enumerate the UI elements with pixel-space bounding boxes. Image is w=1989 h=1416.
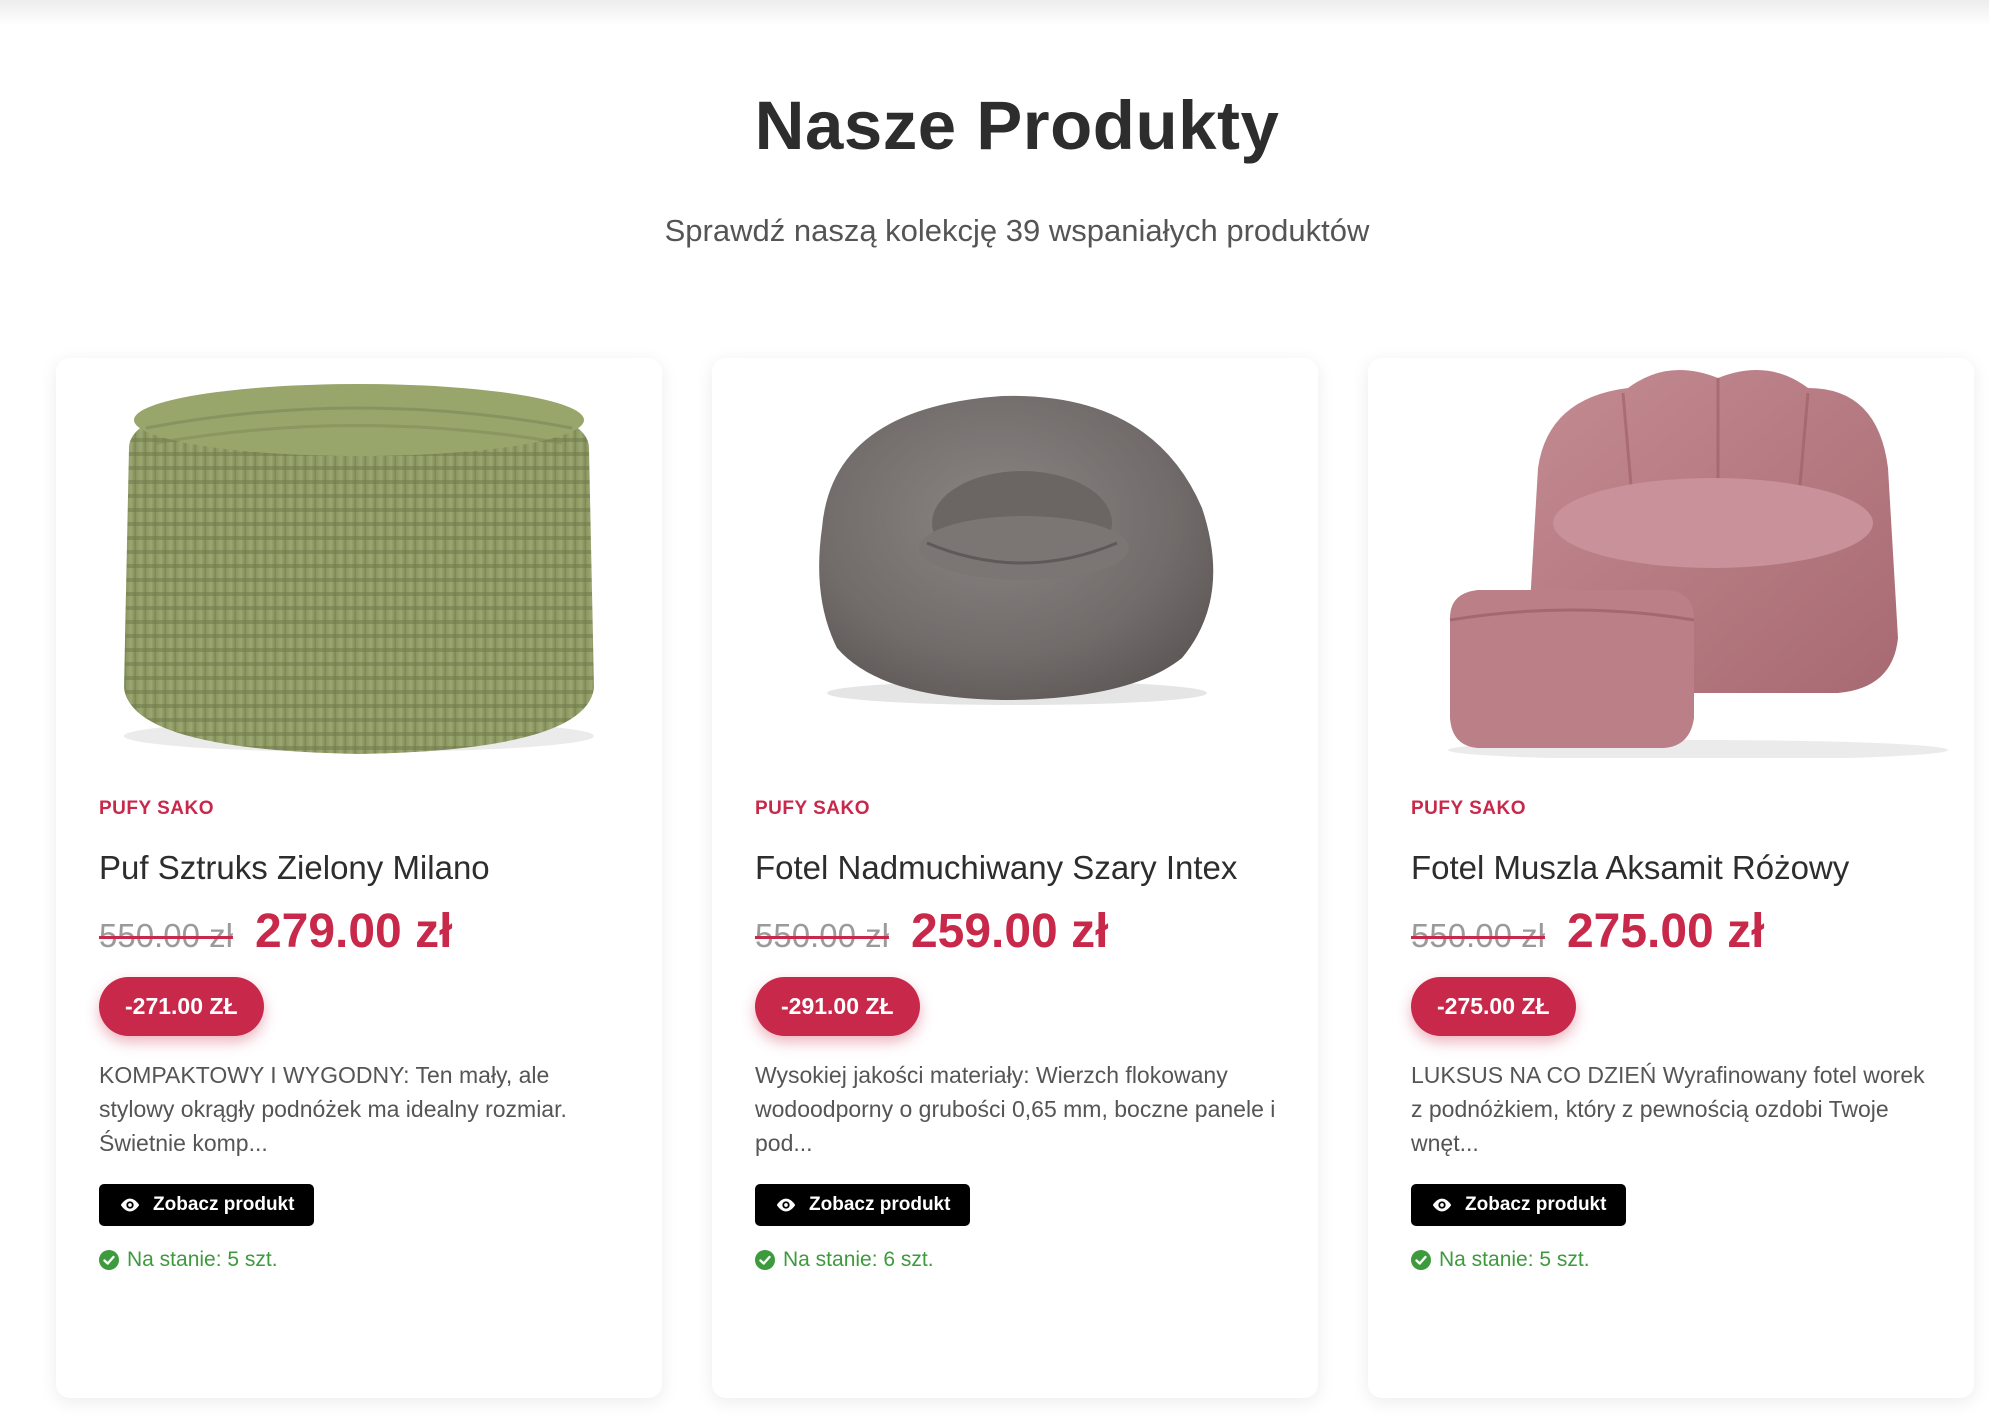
product-name[interactable]: Fotel Nadmuchiwany Szary Intex (755, 842, 1285, 894)
price-row: 550.00 zł 279.00 zł (99, 904, 629, 959)
product-category: PUFY SAKO (1411, 798, 1527, 819)
old-price: 550.00 zł (1411, 917, 1545, 954)
product-card[interactable]: PUFY SAKO Fotel Muszla Aksamit Różowy 55… (1368, 358, 1974, 1398)
current-price: 279.00 zł (254, 905, 453, 958)
green-corduroy-pouf-image (124, 384, 594, 754)
discount-badge: -275.00 ZŁ (1411, 977, 1576, 1036)
discount-badge: -291.00 ZŁ (755, 977, 920, 1036)
page-subtitle: Sprawdź naszą kolekcję 39 wspaniałych pr… (664, 213, 1370, 248)
eye-icon (1432, 1198, 1452, 1212)
old-price: 550.00 zł (99, 917, 233, 954)
view-product-label: Zobacz produkt (153, 1194, 295, 1215)
old-price: 550.00 zł (755, 917, 889, 954)
product-description: KOMPAKTOWY I WYGODNY: Ten mały, ale styl… (99, 1062, 567, 1156)
product-card[interactable]: PUFY SAKO Puf Sztruks Zielony Milano 550… (56, 358, 662, 1398)
page-title: Nasze Produkty (754, 87, 1280, 164)
product-name[interactable]: Fotel Muszla Aksamit Różowy (1411, 842, 1941, 894)
stock-text: Na stanie: 5 szt. (127, 1248, 278, 1271)
discount-badge: -271.00 ZŁ (99, 977, 264, 1036)
pink-velvet-shell-chair-image (1448, 370, 1948, 758)
stock-text: Na stanie: 6 szt. (783, 1248, 934, 1271)
price-row: 550.00 zł 275.00 zł (1411, 904, 1941, 959)
stock-status: Na stanie: 6 szt. (755, 1248, 1285, 1272)
view-product-button[interactable]: Zobacz produkt (99, 1184, 315, 1226)
product-name[interactable]: Puf Sztruks Zielony Milano (99, 842, 629, 894)
stock-status: Na stanie: 5 szt. (1411, 1248, 1941, 1272)
product-image[interactable] (1368, 358, 1974, 758)
stock-status: Na stanie: 5 szt. (99, 1248, 629, 1272)
product-description: LUKSUS NA CO DZIEŃ Wyrafinowany fotel wo… (1411, 1062, 1925, 1156)
view-product-button[interactable]: Zobacz produkt (1411, 1184, 1627, 1226)
price-row: 550.00 zł 259.00 zł (755, 904, 1285, 959)
stock-text: Na stanie: 5 szt. (1439, 1248, 1590, 1271)
current-price: 275.00 zł (1566, 905, 1765, 958)
view-product-label: Zobacz produkt (809, 1194, 951, 1215)
product-image[interactable] (712, 358, 1318, 758)
check-circle-icon (1411, 1250, 1431, 1270)
product-category: PUFY SAKO (755, 798, 871, 819)
check-circle-icon (755, 1250, 775, 1270)
check-circle-icon (99, 1250, 119, 1270)
eye-icon (776, 1198, 796, 1212)
product-category: PUFY SAKO (99, 798, 215, 819)
grey-inflatable-chair-image (819, 395, 1214, 705)
product-description: Wysokiej jakości materiały: Wierzch flok… (755, 1062, 1276, 1156)
current-price: 259.00 zł (910, 905, 1109, 958)
header-shadow (0, 0, 1989, 26)
eye-icon (120, 1198, 140, 1212)
product-image[interactable] (56, 358, 662, 758)
product-card[interactable]: PUFY SAKO Fotel Nadmuchiwany Szary Intex… (712, 358, 1318, 1398)
view-product-button[interactable]: Zobacz produkt (755, 1184, 971, 1226)
view-product-label: Zobacz produkt (1465, 1194, 1607, 1215)
